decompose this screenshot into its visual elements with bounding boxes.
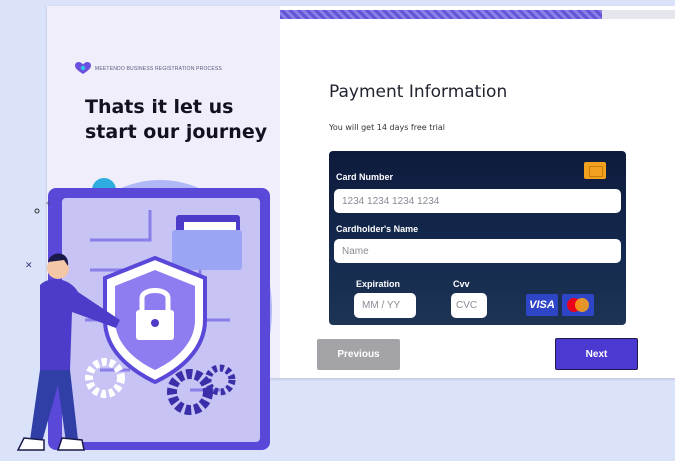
- previous-button[interactable]: Previous: [317, 339, 400, 370]
- visa-icon: VISA: [526, 294, 558, 316]
- mastercard-icon: [562, 294, 594, 316]
- brand: MEETENDO BUSINESS REGISTRATION PROCESS: [75, 62, 222, 75]
- brand-name: MEETENDO BUSINESS REGISTRATION PROCESS: [95, 65, 222, 72]
- page-title: Payment Information: [329, 82, 508, 102]
- security-illustration: ✕ ✧: [16, 178, 272, 451]
- cardholder-name-label: Cardholder's Name: [336, 224, 419, 234]
- cardholder-name-input[interactable]: [334, 239, 621, 263]
- cvv-input[interactable]: [451, 293, 487, 318]
- heart-logo-icon: [75, 62, 91, 74]
- card-number-input[interactable]: [334, 189, 621, 213]
- folder-front-icon: [172, 230, 242, 270]
- svg-text:✧: ✧: [45, 199, 52, 208]
- card-chip-icon: [584, 162, 606, 179]
- svg-text:✕: ✕: [25, 261, 33, 271]
- expiration-input[interactable]: [354, 293, 416, 318]
- expiration-label: Expiration: [356, 279, 401, 289]
- next-button[interactable]: Next: [555, 338, 638, 370]
- progress-bar-fill: [280, 10, 602, 19]
- page-subtitle: You will get 14 days free trial: [329, 123, 446, 132]
- cvv-label: Cvv: [453, 279, 470, 289]
- card-number-label: Card Number: [336, 172, 394, 182]
- headline: Thats it let us start our journey: [85, 96, 268, 143]
- progress-bar-track: [602, 10, 675, 19]
- credit-card-form: Card Number Cardholder's Name Expiration…: [329, 151, 626, 325]
